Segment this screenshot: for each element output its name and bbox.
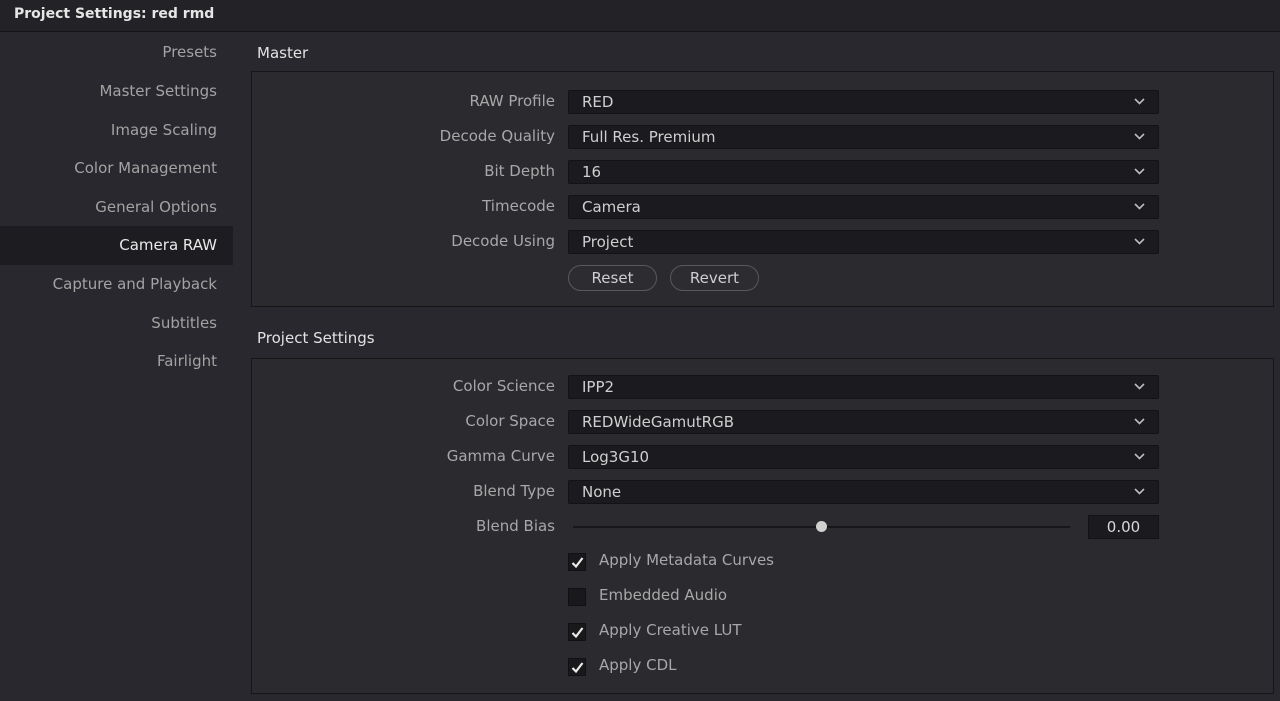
chevron-down-icon (1134, 383, 1145, 390)
timecode-dropdown[interactable]: Camera (568, 195, 1159, 219)
master-section-title: Master (257, 44, 309, 62)
chevron-down-icon (1134, 203, 1145, 210)
sidebar-item-image-scaling[interactable]: Image Scaling (0, 111, 233, 150)
timecode-value: Camera (582, 198, 641, 216)
checkbox-box[interactable] (568, 623, 586, 641)
bit-depth-dropdown[interactable]: 16 (568, 160, 1159, 184)
sidebar-item-color-management[interactable]: Color Management (0, 149, 233, 188)
checkmark-icon (571, 627, 584, 639)
gamma-curve-dropdown[interactable]: Log3G10 (568, 445, 1159, 469)
checkmark-icon (571, 662, 584, 674)
timecode-label: Timecode (482, 197, 555, 215)
decode-using-dropdown[interactable]: Project (568, 230, 1159, 254)
checkbox-box[interactable] (568, 553, 586, 571)
sidebar-item-master-settings[interactable]: Master Settings (0, 72, 233, 111)
decode-quality-dropdown[interactable]: Full Res. Premium (568, 125, 1159, 149)
bit-depth-value: 16 (582, 163, 602, 181)
blend-type-dropdown[interactable]: None (568, 480, 1159, 504)
gamma-curve-value: Log3G10 (582, 448, 650, 466)
chevron-down-icon (1134, 133, 1145, 140)
color-science-label: Color Science (452, 377, 555, 395)
revert-button[interactable]: Revert (670, 265, 759, 291)
reset-button[interactable]: Reset (568, 265, 657, 291)
sidebar-item-general-options[interactable]: General Options (0, 188, 233, 227)
blend-bias-label: Blend Bias (476, 517, 555, 535)
sidebar-item-fairlight[interactable]: Fairlight (0, 342, 233, 381)
blend-bias-value-field[interactable]: 0.00 (1088, 515, 1159, 539)
sidebar-item-subtitles[interactable]: Subtitles (0, 304, 233, 343)
color-space-value: REDWideGamutRGB (582, 413, 735, 431)
checkbox-box[interactable] (568, 658, 586, 676)
apply-metadata-curves-label: Apply Metadata Curves (599, 551, 774, 569)
blend-type-value: None (582, 483, 622, 501)
decode-using-value: Project (582, 233, 634, 251)
color-science-dropdown[interactable]: IPP2 (568, 375, 1159, 399)
chevron-down-icon (1134, 488, 1145, 495)
sidebar-item-camera-raw[interactable]: Camera RAW (0, 226, 233, 265)
master-button-row: Reset Revert (0, 265, 1280, 291)
title-bar: Project Settings: red rmd (0, 0, 1280, 32)
apply-creative-lut-label: Apply Creative LUT (599, 621, 742, 639)
embedded-audio-label: Embedded Audio (599, 586, 728, 604)
raw-profile-dropdown[interactable]: RED (568, 90, 1159, 114)
decode-quality-value: Full Res. Premium (582, 128, 716, 146)
color-space-label: Color Space (465, 412, 555, 430)
chevron-down-icon (1134, 453, 1145, 460)
decode-quality-label: Decode Quality (439, 127, 555, 145)
checkmark-icon (571, 557, 584, 569)
color-space-dropdown[interactable]: REDWideGamutRGB (568, 410, 1159, 434)
raw-profile-value: RED (582, 93, 614, 111)
window-title: Project Settings: red rmd (14, 6, 215, 22)
chevron-down-icon (1134, 168, 1145, 175)
blend-bias-slider-handle[interactable] (816, 521, 827, 532)
project-settings-section-title: Project Settings (257, 329, 375, 347)
color-science-value: IPP2 (582, 378, 615, 396)
sidebar-item-presets[interactable]: Presets (0, 33, 233, 72)
settings-sidebar: Presets Master Settings Image Scaling Co… (0, 33, 233, 701)
apply-cdl-label: Apply CDL (599, 656, 677, 674)
chevron-down-icon (1134, 238, 1145, 245)
checkbox-box[interactable] (568, 588, 586, 606)
chevron-down-icon (1134, 418, 1145, 425)
bit-depth-label: Bit Depth (484, 162, 555, 180)
raw-profile-label: RAW Profile (469, 92, 556, 110)
decode-using-label: Decode Using (451, 232, 555, 250)
gamma-curve-label: Gamma Curve (446, 447, 555, 465)
chevron-down-icon (1134, 98, 1145, 105)
blend-type-label: Blend Type (473, 482, 555, 500)
